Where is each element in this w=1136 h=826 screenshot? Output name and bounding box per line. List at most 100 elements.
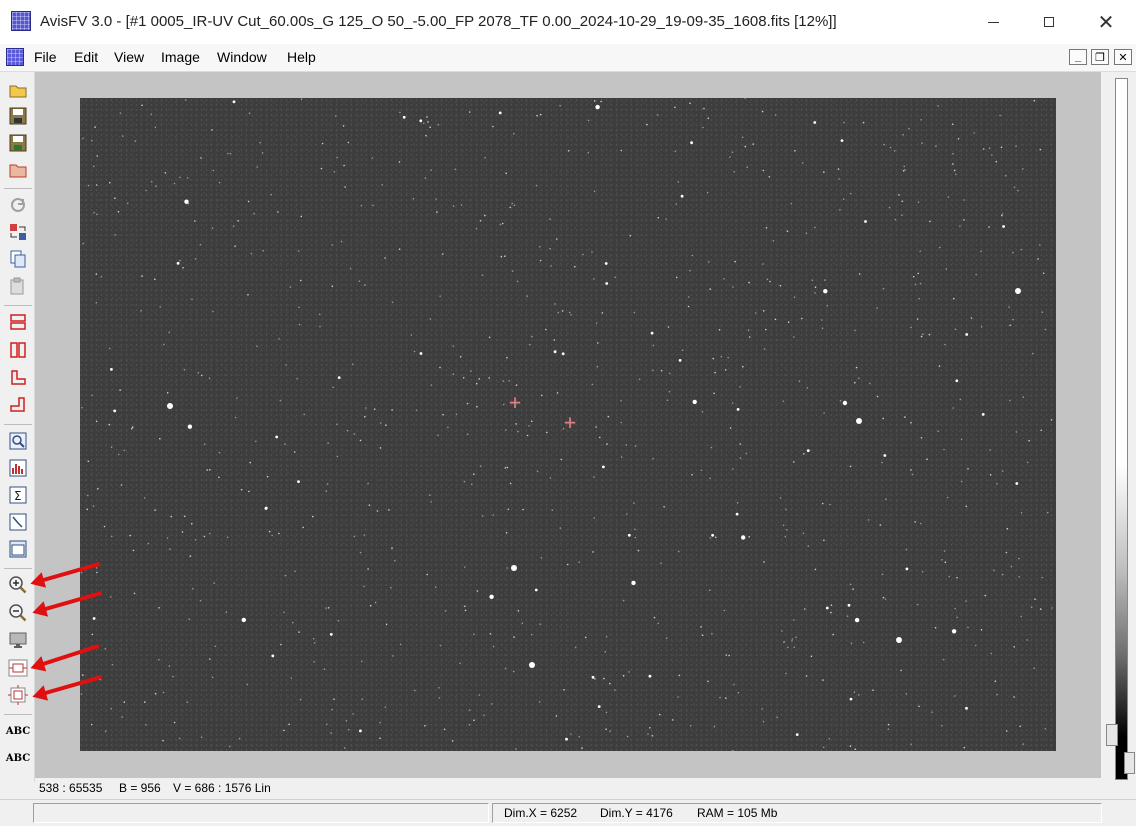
zoom-out-button[interactable] — [7, 602, 29, 624]
star — [691, 474, 693, 476]
low-level-slider[interactable] — [1106, 724, 1118, 746]
fit-window-button[interactable] — [7, 657, 29, 679]
star — [917, 272, 919, 275]
high-level-slider[interactable] — [1124, 752, 1135, 774]
star — [956, 616, 958, 619]
menu-edit[interactable]: Edit — [74, 49, 98, 65]
star — [591, 383, 594, 386]
star — [814, 226, 816, 229]
star — [701, 634, 704, 636]
star — [359, 729, 362, 733]
star — [910, 421, 912, 424]
paste-button[interactable] — [7, 275, 29, 297]
histogram-button[interactable] — [7, 457, 29, 479]
star — [250, 252, 253, 255]
star — [595, 426, 597, 428]
menu-window[interactable]: Window — [217, 49, 267, 65]
curve-button[interactable] — [7, 511, 29, 533]
refresh-button[interactable] — [7, 194, 29, 216]
star — [481, 515, 484, 517]
star — [800, 317, 803, 320]
display-button[interactable] — [7, 629, 29, 651]
split-horizontal-button[interactable] — [7, 311, 29, 333]
star — [597, 342, 599, 344]
menu-help[interactable]: Help — [287, 49, 316, 65]
actual-size-button[interactable] — [7, 684, 29, 706]
document-icon[interactable] — [6, 48, 24, 66]
dimension-y: Dim.Y = 4176 — [600, 806, 673, 820]
star — [513, 204, 516, 207]
star — [628, 671, 630, 673]
star — [539, 623, 541, 625]
star — [727, 356, 729, 359]
star — [821, 502, 824, 505]
document-minimize-button[interactable]: _ — [1069, 49, 1087, 65]
window-button[interactable] — [7, 538, 29, 560]
star — [1044, 728, 1047, 730]
maximize-button[interactable] — [1021, 0, 1077, 44]
corner-left-button[interactable] — [7, 367, 29, 389]
star — [299, 279, 302, 282]
star — [492, 514, 495, 516]
star — [802, 532, 805, 535]
star — [593, 476, 595, 478]
star — [938, 365, 941, 367]
star — [117, 210, 120, 213]
star — [237, 220, 239, 222]
text-abc-icon[interactable]: ABC — [6, 720, 30, 742]
star — [178, 737, 181, 740]
document-restore-button[interactable]: ❐ — [1091, 49, 1109, 65]
menu-view[interactable]: View — [114, 49, 144, 65]
monitor-icon — [9, 632, 27, 648]
menu-bar: File Edit View Image Window Help _ ❐ ✕ — [0, 44, 1136, 72]
star — [960, 480, 963, 483]
star — [539, 113, 542, 116]
star — [352, 363, 354, 366]
star — [658, 713, 661, 716]
inspect-button[interactable] — [7, 430, 29, 452]
open-button[interactable] — [7, 79, 29, 101]
star — [468, 723, 471, 726]
star — [506, 567, 508, 569]
star — [410, 334, 413, 336]
browse-button[interactable] — [7, 159, 29, 181]
menu-file[interactable]: File — [34, 49, 57, 65]
star — [262, 249, 265, 252]
minimize-button[interactable] — [965, 0, 1021, 44]
star — [883, 143, 885, 146]
star — [463, 480, 466, 483]
star — [823, 289, 828, 294]
star — [91, 394, 93, 397]
menu-image[interactable]: Image — [161, 49, 200, 65]
save-button[interactable] — [7, 105, 29, 127]
star — [948, 575, 951, 578]
text-abc-edit-icon[interactable]: ABC — [6, 747, 30, 769]
save-as-button[interactable] — [7, 132, 29, 154]
document-close-button[interactable]: ✕ — [1114, 49, 1132, 65]
star — [745, 452, 747, 455]
split-vertical-button[interactable] — [7, 339, 29, 361]
star — [336, 455, 339, 458]
star — [471, 483, 473, 486]
star — [954, 607, 956, 610]
star — [481, 274, 484, 276]
image-view[interactable]: + + — [80, 98, 1056, 751]
star — [325, 490, 327, 493]
brightness-scale-bar[interactable] — [1115, 78, 1128, 780]
star — [634, 528, 636, 531]
star — [332, 386, 334, 389]
star — [739, 386, 741, 388]
zoom-in-button[interactable] — [7, 574, 29, 596]
star — [970, 317, 973, 319]
close-button[interactable]: ✕ — [1078, 0, 1134, 44]
star — [881, 461, 883, 464]
convert-button[interactable] — [7, 221, 29, 243]
star — [162, 691, 165, 694]
star — [96, 571, 98, 574]
copy-button[interactable] — [7, 248, 29, 270]
star — [839, 400, 842, 402]
star — [1039, 244, 1041, 246]
corner-right-button[interactable] — [7, 394, 29, 416]
statistics-button[interactable]: Σ — [7, 484, 29, 506]
star — [515, 423, 517, 425]
